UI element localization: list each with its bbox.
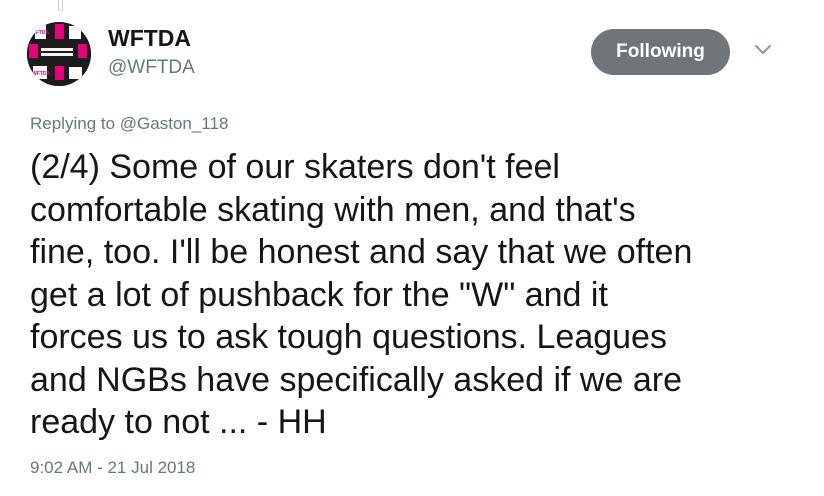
svg-text:WFTDA: WFTDA xyxy=(31,30,49,36)
replying-to-line: Replying to @Gaston_118 xyxy=(30,114,228,134)
author-display-name[interactable]: WFTDA xyxy=(108,25,191,52)
replying-to-prefix: Replying to xyxy=(30,114,120,133)
tweet-text: (2/4) Some of our skaters don't feel com… xyxy=(30,148,693,441)
tweet-timestamp[interactable]: 9:02 AM - 21 Jul 2018 xyxy=(30,458,195,478)
avatar[interactable]: WFTDA WFTDA xyxy=(27,22,91,86)
wftda-logo-avatar-image: WFTDA WFTDA xyxy=(27,22,91,86)
chevron-down-icon[interactable] xyxy=(752,42,774,58)
replying-to-handle-link[interactable]: @Gaston_118 xyxy=(120,114,229,133)
svg-text:WFTDA: WFTDA xyxy=(32,71,50,77)
following-button[interactable]: Following xyxy=(591,29,730,75)
top-divider-tick xyxy=(58,0,63,11)
author-handle[interactable]: @WFTDA xyxy=(108,57,195,79)
